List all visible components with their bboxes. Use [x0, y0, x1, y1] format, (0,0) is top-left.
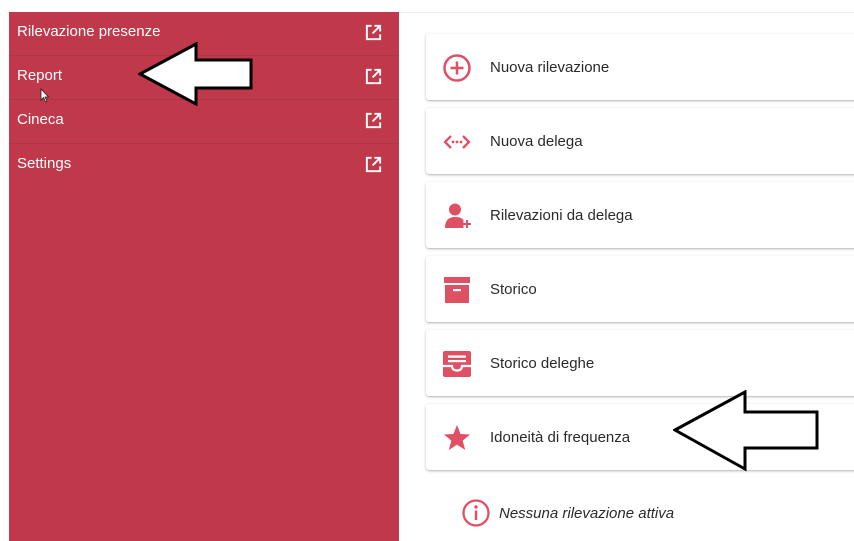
app-page: Rilevazione presenze Report Cineca Setti… — [0, 0, 854, 541]
sidebar-item-label: Report — [17, 67, 63, 84]
card-label: Idoneità di frequenza — [490, 429, 631, 446]
plus-circle-icon — [443, 54, 471, 82]
external-link-icon[interactable] — [364, 111, 383, 130]
star-icon — [444, 425, 470, 450]
person-add-icon — [445, 203, 471, 228]
card-label: Storico deleghe — [490, 355, 595, 372]
sidebar-item-label: Rilevazione presenze — [17, 23, 161, 40]
card-label: Storico — [490, 281, 537, 298]
sidebar-item-label: Settings — [17, 155, 72, 172]
status-card: Nessuna rilevazione attiva — [426, 481, 854, 541]
inbox-icon — [443, 351, 471, 377]
card-storico-deleghe[interactable]: Storico deleghe — [426, 330, 854, 396]
info-icon — [462, 499, 490, 527]
sidebar-item-label: Cineca — [17, 111, 64, 128]
card-label: Nuova rilevazione — [490, 59, 610, 76]
left-arrow-annotation — [673, 390, 819, 472]
external-link-icon[interactable] — [364, 23, 383, 42]
status-text: Nessuna rilevazione attiva — [499, 505, 675, 522]
card-nuova-delega[interactable]: Nuova delega — [426, 108, 854, 174]
card-storico[interactable]: Storico — [426, 256, 854, 322]
card-label: Rilevazioni da delega — [490, 207, 633, 224]
external-link-icon[interactable] — [364, 67, 383, 86]
sidebar-item-settings[interactable]: Settings — [9, 144, 399, 188]
external-link-icon[interactable] — [364, 155, 383, 174]
card-rilevazioni-da-delega[interactable]: Rilevazioni da delega — [426, 182, 854, 248]
mouse-cursor-icon — [40, 88, 50, 103]
sidebar-item-cineca[interactable]: Cineca — [9, 100, 399, 144]
left-arrow-annotation — [138, 42, 253, 106]
archive-icon — [444, 277, 470, 303]
code-arrows-icon — [443, 135, 471, 149]
top-divider — [400, 12, 854, 13]
card-label: Nuova delega — [490, 133, 583, 150]
card-nuova-rilevazione[interactable]: Nuova rilevazione — [426, 34, 854, 100]
